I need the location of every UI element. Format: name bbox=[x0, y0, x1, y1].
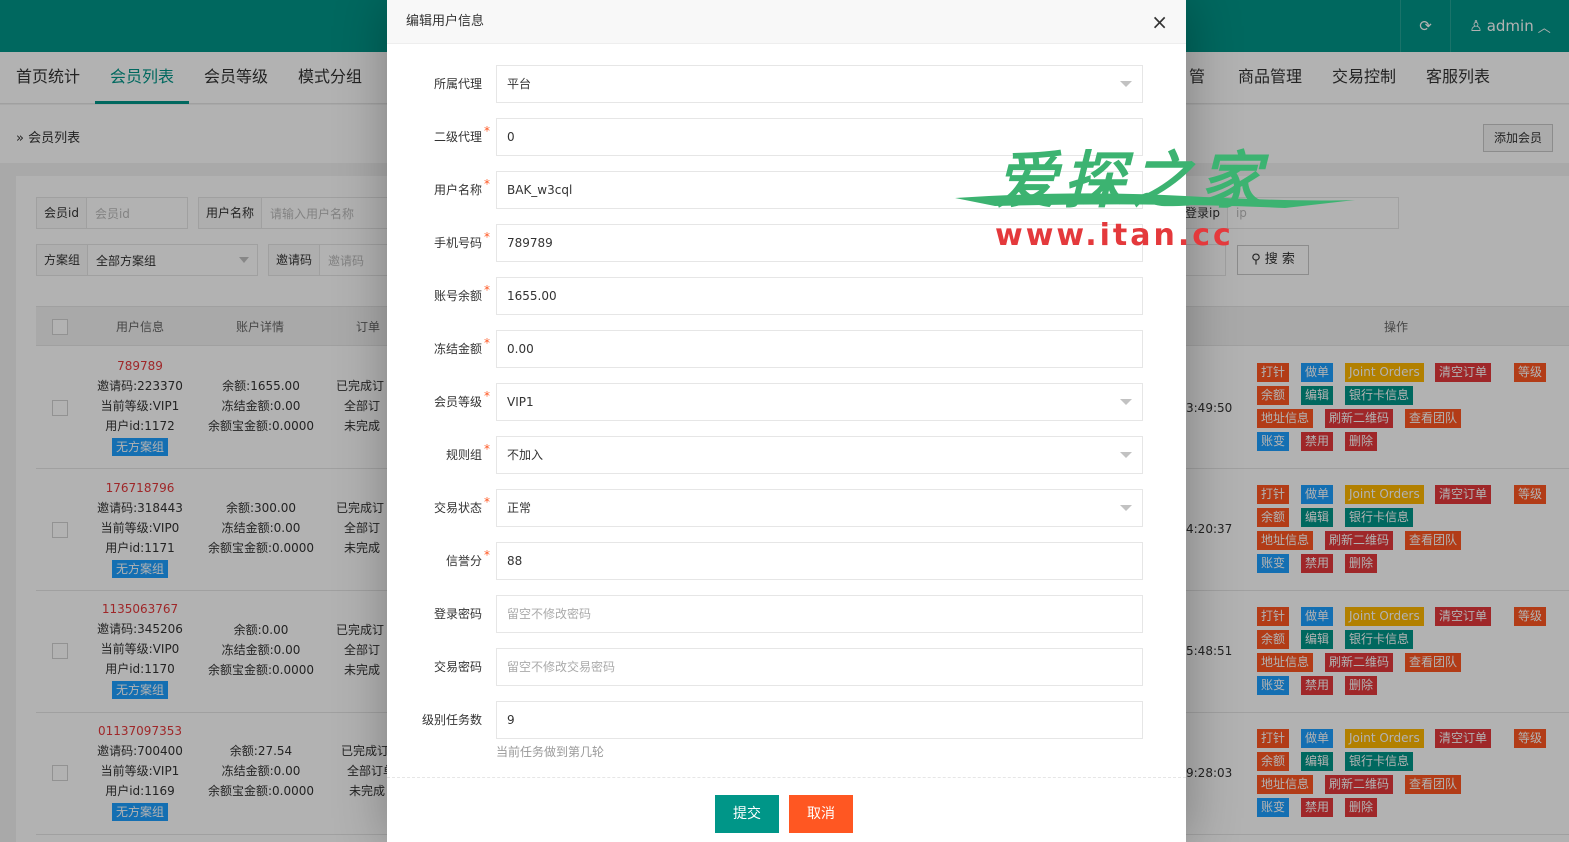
frozen-input[interactable]: 0.00 bbox=[496, 330, 1143, 368]
chevron-down-icon bbox=[1120, 505, 1132, 511]
sub-agent-label: 二级代理 * bbox=[433, 124, 490, 144]
sub-agent-input[interactable]: 0 bbox=[496, 118, 1143, 156]
cancel-button[interactable]: 取消 bbox=[789, 795, 853, 833]
close-icon[interactable]: × bbox=[1151, 0, 1168, 44]
task-count-label: 级别任务数 bbox=[421, 713, 482, 727]
login-password-label: 登录密码 bbox=[433, 607, 482, 621]
modal-footer: 提交 取消 bbox=[387, 777, 1186, 842]
frozen-label: 冻结金额 * bbox=[433, 336, 490, 356]
modal-form: 所属代理 平台 二级代理 * 0 用户名称 * BAK_w3cql 手机号码 * 78… bbox=[387, 45, 1186, 777]
agent-select[interactable]: 平台 bbox=[496, 65, 1143, 103]
agent-label: 所属代理 bbox=[433, 77, 482, 91]
chevron-down-icon bbox=[1120, 81, 1132, 87]
balance-label: 账号余额 * bbox=[433, 283, 490, 303]
trade-password-input[interactable]: 留空不修改交易密码 bbox=[496, 648, 1143, 686]
balance-input[interactable]: 1655.00 bbox=[496, 277, 1143, 315]
rule-group-value: 不加入 bbox=[507, 448, 544, 462]
chevron-down-icon bbox=[1120, 399, 1132, 405]
modal-header: 编辑用户信息 × bbox=[387, 0, 1186, 44]
username-label: 用户名称 * bbox=[433, 177, 490, 197]
trade-status-value: 正常 bbox=[507, 501, 532, 515]
level-value: VIP1 bbox=[507, 395, 534, 409]
edit-user-modal: 编辑用户信息 × 所属代理 平台 二级代理 * 0 用户名称 * BAK_w3cql… bbox=[387, 0, 1186, 842]
modal-title: 编辑用户信息 bbox=[406, 14, 485, 29]
login-password-input[interactable]: 留空不修改密码 bbox=[496, 595, 1143, 633]
level-label: 会员等级 * bbox=[433, 389, 490, 409]
trade-status-label: 交易状态 * bbox=[433, 495, 490, 515]
rule-group-label: 规则组 * bbox=[445, 442, 490, 462]
credit-score-label: 信誉分 * bbox=[445, 548, 490, 568]
task-count-input[interactable]: 9 bbox=[496, 701, 1143, 739]
credit-score-input[interactable]: 88 bbox=[496, 542, 1143, 580]
task-count-help: 当前任务做到第几轮 bbox=[496, 745, 605, 759]
trade-password-label: 交易密码 bbox=[433, 660, 482, 674]
rule-group-select[interactable]: 不加入 bbox=[496, 436, 1143, 474]
agent-value: 平台 bbox=[507, 77, 532, 91]
phone-label: 手机号码 * bbox=[433, 230, 490, 250]
submit-button[interactable]: 提交 bbox=[715, 795, 779, 833]
phone-input[interactable]: 789789 bbox=[496, 224, 1143, 262]
username-input[interactable]: BAK_w3cql bbox=[496, 171, 1143, 209]
level-select[interactable]: VIP1 bbox=[496, 383, 1143, 421]
chevron-down-icon bbox=[1120, 452, 1132, 458]
trade-status-select[interactable]: 正常 bbox=[496, 489, 1143, 527]
